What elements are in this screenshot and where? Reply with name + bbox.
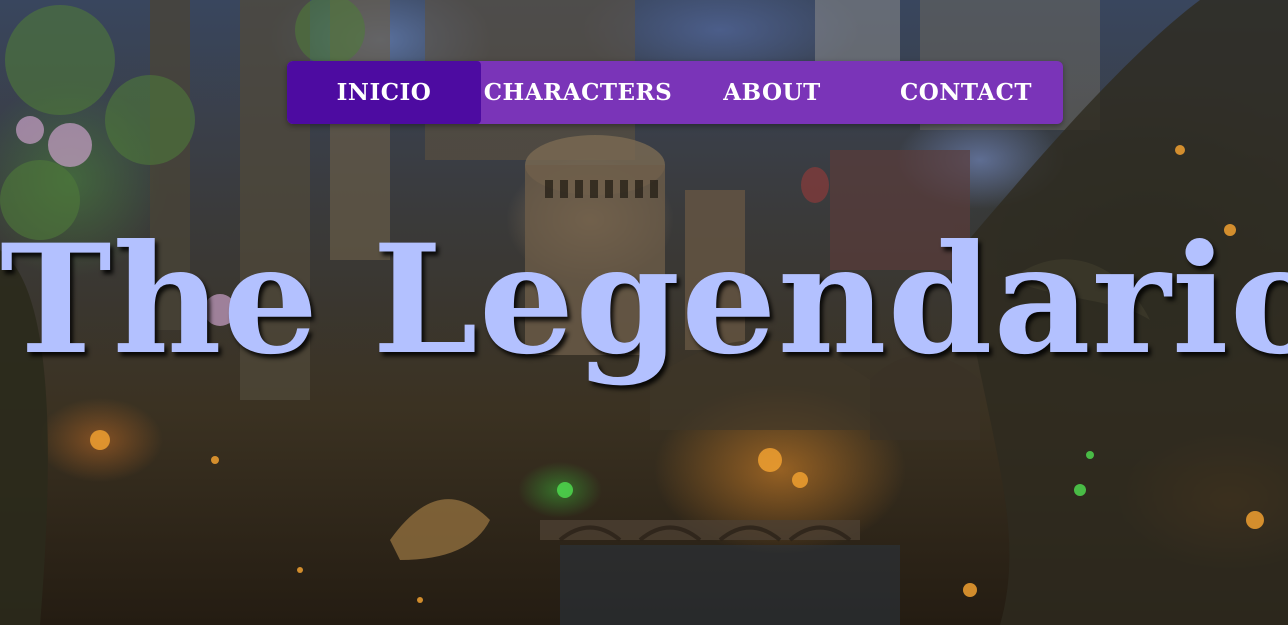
main-navbar: INICIO CHARACTERS ABOUT CONTACT	[287, 61, 1063, 124]
nav-item-contact[interactable]: CONTACT	[869, 61, 1063, 124]
nav-item-characters[interactable]: CHARACTERS	[481, 61, 675, 124]
nav-item-about[interactable]: ABOUT	[675, 61, 869, 124]
nav-item-inicio[interactable]: INICIO	[287, 61, 481, 124]
page-title: The Legendario	[0, 212, 1288, 388]
